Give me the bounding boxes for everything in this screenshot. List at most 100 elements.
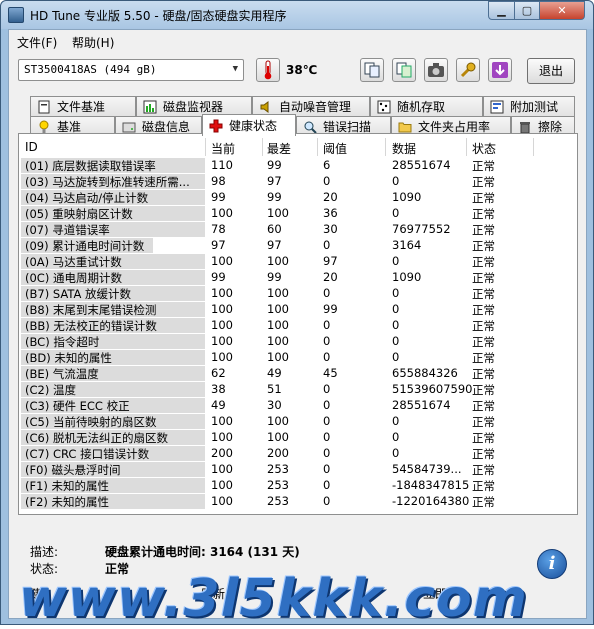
maximize-button[interactable]: ▢ [514,1,540,20]
title-bar[interactable]: HD Tune 专业版 5.50 - 硬盘/固态硬盘实用程序 ▁ ▢ ✕ [1,1,593,29]
table-row[interactable]: (09) 累计通电时间计数 97 97 0 3164 正常 [21,238,575,254]
raw-data-value: 0 [392,430,400,444]
grid-header: ID 当前 最差 阈值 数据 状态 [21,136,575,158]
table-row[interactable]: (0C) 通电周期计数 99 99 20 1090 正常 [21,270,575,286]
worst-value: 100 [267,430,289,444]
threshold-value: 36 [323,206,338,220]
threshold-value: 99 [323,302,338,316]
worst-value: 99 [267,270,282,284]
copy-data-icon[interactable] [392,58,416,82]
status-value: 正常 [472,479,495,493]
file-bench-icon [37,100,51,114]
threshold-value: 20 [323,190,338,204]
threshold-value: 0 [323,446,331,460]
options-icon[interactable] [456,58,480,82]
current-value: 100 [211,318,233,332]
tab-disk-monitor[interactable]: 磁盘监视器 [136,96,252,116]
table-row[interactable]: (04) 马达启动/停止计数 99 99 20 1090 正常 [21,190,575,206]
status-value: 正常 [472,223,495,237]
header-id[interactable]: ID [25,140,38,154]
table-row[interactable]: (BE) 气流温度 62 49 45 655884326 正常 [21,366,575,382]
menu-bar: 文件(F) 帮助(H) [9,30,586,52]
tab-file-benchmark[interactable]: 文件基准 [30,96,136,116]
table-row[interactable]: (F2) 未知的属性 100 253 0 -1220164380 正常 [21,494,575,510]
table-row[interactable]: (B7) SATA 放缓计数 100 100 0 0 正常 [21,286,575,302]
table-row[interactable]: (01) 底层数据读取错误率 110 99 6 28551674 正常 [21,158,575,174]
table-row[interactable]: (B8) 末尾到末尾错误检测 100 100 99 0 正常 [21,302,575,318]
close-button[interactable]: ✕ [539,1,585,20]
tab-label: 随机存取 [397,100,446,114]
column-divider [317,138,318,156]
save-icon[interactable] [488,58,512,82]
table-row[interactable]: (BC) 指令超时 100 100 0 0 正常 [21,334,575,350]
tab-extra-tests[interactable]: 附加测试 [483,96,575,116]
attribute-name: (B8) 末尾到末尾错误检测 [21,302,205,318]
thermometer-icon[interactable] [256,58,280,82]
table-row[interactable]: (F0) 磁头悬浮时间 100 253 0 54584739... 正常 [21,462,575,478]
attribute-name: (B7) SATA 放缓计数 [21,286,205,302]
trash-icon [518,120,532,134]
minimize-button[interactable]: ▁ [488,1,515,20]
extra-tests-icon [490,100,504,114]
table-row[interactable]: (F1) 未知的属性 100 253 0 -1848347815 正常 [21,478,575,494]
tab-random-access[interactable]: 随机存取 [370,96,483,116]
attribute-name: (09) 累计通电时间计数 [21,238,205,254]
table-row[interactable]: (C3) 硬件 ECC 校正 49 30 0 28551674 正常 [21,398,575,414]
header-worst[interactable]: 最差 [267,140,291,157]
attribute-name: (F0) 磁头悬浮时间 [21,462,205,478]
current-value: 62 [211,366,226,380]
tab-health[interactable]: 健康状态 [202,114,296,136]
threshold-value: 45 [323,366,338,380]
attribute-name: (BB) 无法校正的错误计数 [21,318,205,334]
table-row[interactable]: (0A) 马达重试计数 100 100 97 0 正常 [21,254,575,270]
table-row[interactable]: (BB) 无法校正的错误计数 100 100 0 0 正常 [21,318,575,334]
worst-value: 100 [267,318,289,332]
window-title: HD Tune 专业版 5.50 - 硬盘/固态硬盘实用程序 [30,9,287,23]
tab-label: 自动噪音管理 [279,100,352,114]
watermark-text: www.3l5kkk.com [19,569,528,629]
header-data[interactable]: 数据 [392,140,416,157]
attribute-name: (03) 马达旋转到标准转速所需... [21,174,205,190]
app-window: HD Tune 专业版 5.50 - 硬盘/固态硬盘实用程序 ▁ ▢ ✕ 文件(… [0,0,594,629]
menu-file[interactable]: 文件(F) [17,34,57,51]
copy-info-icon[interactable] [360,58,384,82]
table-row[interactable]: (C6) 脱机无法纠正的扇区数 100 100 0 0 正常 [21,430,575,446]
drive-select[interactable]: ST3500418AS (494 gB) ▼ [18,59,244,81]
tab-auto-noise[interactable]: 自动噪音管理 [252,96,370,116]
header-current[interactable]: 当前 [211,140,235,157]
table-row[interactable]: (03) 马达旋转到标准转速所需... 98 97 0 0 正常 [21,174,575,190]
table-row[interactable]: (C2) 温度 38 51 0 51539607590 正常 [21,382,575,398]
screenshot-icon[interactable] [424,58,448,82]
current-value: 49 [211,398,226,412]
threshold-value: 0 [323,174,331,188]
raw-data-value: 0 [392,286,400,300]
attribute-name: (C5) 当前待映射的扇区数 [21,414,205,430]
raw-data-value: 0 [392,206,400,220]
drive-select-value: ST3500418AS (494 gB) [24,63,157,76]
raw-data-value: -1220164380 [392,494,470,508]
current-value: 100 [211,302,233,316]
status-value: 正常 [472,399,495,413]
raw-data-value: 3164 [392,238,422,252]
menu-help[interactable]: 帮助(H) [72,34,114,51]
current-value: 100 [211,350,233,364]
attribute-name: (07) 寻道错误率 [21,222,205,238]
table-row[interactable]: (07) 寻道错误率 78 60 30 76977552 正常 [21,222,575,238]
current-value: 100 [211,334,233,348]
header-status[interactable]: 状态 [472,140,496,157]
client-area: 文件(F) 帮助(H) ST3500418AS (494 gB) ▼ 38℃ 退… [8,29,587,619]
toolbar: ST3500418AS (494 gB) ▼ 38℃ 退出 [9,52,586,96]
current-value: 97 [211,238,226,252]
raw-data-value: 0 [392,334,400,348]
current-value: 100 [211,494,233,508]
exit-button[interactable]: 退出 [527,58,575,84]
table-row[interactable]: (05) 重映射扇区计数 100 100 36 0 正常 [21,206,575,222]
table-row[interactable]: (C7) CRC 接口错误计数 200 200 0 0 正常 [21,446,575,462]
disk-info-icon [122,120,136,134]
header-threshold[interactable]: 阈值 [323,140,347,157]
table-row[interactable]: (C5) 当前待映射的扇区数 100 100 0 0 正常 [21,414,575,430]
current-value: 98 [211,174,226,188]
table-row[interactable]: (BD) 未知的属性 100 100 0 0 正常 [21,350,575,366]
status-value: 正常 [472,207,495,221]
status-value: 正常 [472,431,495,445]
